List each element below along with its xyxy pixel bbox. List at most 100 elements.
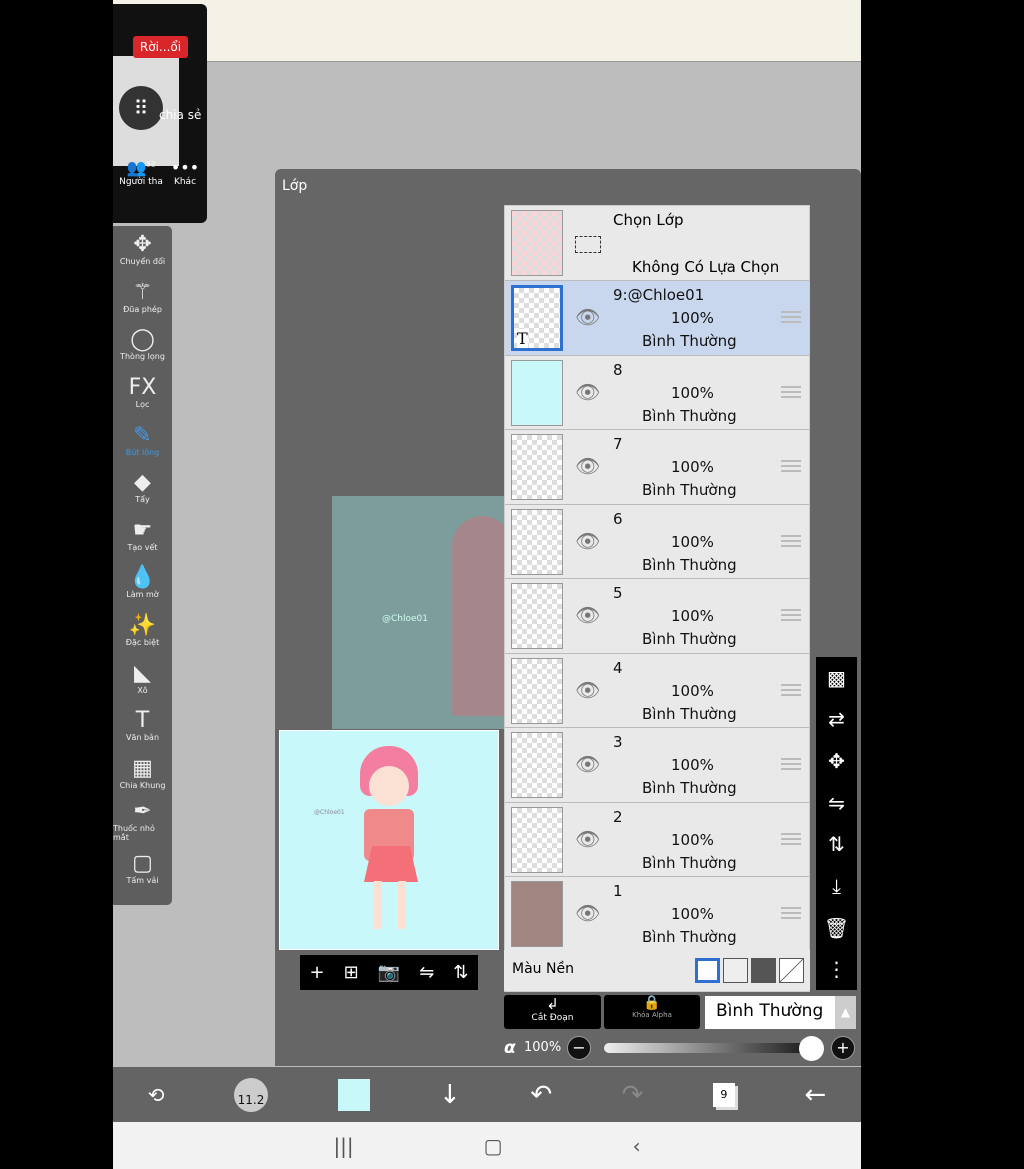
smudge-icon: ☛ [132,517,153,543]
apps-grid-icon[interactable]: ⠿ [119,86,163,130]
swap-layer-icon[interactable]: ⇄ [828,707,845,731]
tool-canvas[interactable]: ▢ Tấm vải [113,845,172,893]
visibility-eye-icon[interactable]: 👁 [575,752,600,776]
drag-handle-icon[interactable] [781,534,801,547]
tool-filter[interactable]: FX Lọc [113,369,172,417]
layers-button[interactable]: 9 [712,1082,735,1107]
tool-label: Thòng lọng [120,352,165,362]
drag-handle-icon[interactable] [781,683,801,696]
tool-brush[interactable]: ✎ Bút lông [113,416,172,464]
share-label[interactable]: chia sẻ [159,108,201,122]
drag-handle-icon[interactable] [781,758,801,770]
layer-name: 1 [613,882,623,900]
visibility-eye-icon[interactable]: 👁 [575,678,600,702]
drag-handle-icon[interactable] [781,311,801,323]
tool-lasso[interactable]: ◯ Thòng lọng [113,321,172,369]
layer-row[interactable]: 👁 4 100% Bình Thường [505,654,809,728]
layer-row[interactable]: 👁 2 100% Bình Thường [505,803,809,877]
add-layer-copy-icon[interactable]: ⊞ [344,962,359,983]
frame-divider-icon: ▦ [132,755,153,781]
undo-icon[interactable]: ↶ [530,1080,552,1110]
redo-icon[interactable]: ↷ [622,1080,644,1110]
visibility-eye-icon[interactable]: 👁 [575,901,600,925]
eyedropper-icon: ✒ [133,798,152,824]
flip-vertical-icon[interactable]: ⇅ [453,962,468,983]
tool-smudge[interactable]: ☛ Tạo vết [113,512,172,560]
layer-row[interactable]: 👁 8 100% Bình Thường [505,356,809,430]
merge-down-icon[interactable]: ⤓ [832,874,841,898]
blend-mode-arrow-icon[interactable]: ▲ [835,996,856,1029]
layer-row[interactable]: 👁 1 100% Bình Thường [505,877,809,952]
more-button[interactable]: ••• Khác [167,158,203,187]
opacity-slider[interactable] [604,1043,819,1053]
tool-move[interactable]: ✥ Chuyển đổi [113,226,172,274]
drag-handle-icon[interactable] [781,460,801,472]
home-icon[interactable]: ▢ [484,1134,503,1158]
tool-frame-divider[interactable]: ▦ Chia Khung [113,750,172,798]
tool-eraser[interactable]: ◆ Tẩy [113,464,172,512]
layer-blend-mode: Bình Thường [642,555,737,574]
camera-icon[interactable]: 📷 [378,962,400,983]
drag-handle-icon[interactable] [781,385,801,398]
tool-eyedropper[interactable]: ✒ Thuốc nhỏ mắt [113,797,172,845]
tool-blur[interactable]: 💧 Làm mờ [113,559,172,607]
tool-text[interactable]: T Văn bản [113,702,172,750]
layer-row[interactable]: 👁 6 100% Bình Thường [505,505,809,579]
flip-horizontal-icon[interactable]: ⇋ [419,962,434,983]
tool-label: Tấm vải [126,876,159,886]
drag-handle-icon[interactable] [781,832,801,845]
participants-button[interactable]: 👥52 Người tha [117,158,165,187]
layer-row[interactable]: T 👁 9:@Chloe01 100% Bình Thường [505,281,809,356]
selection-status: Không Có Lựa Chọn [632,258,780,276]
flip-horizontal-icon[interactable]: ⇋ [828,791,845,815]
flip-vertical-icon[interactable]: ⇅ [828,832,845,856]
color-swatch[interactable] [337,1078,370,1111]
system-nav-bar: ||| ▢ ‹ [113,1122,861,1169]
background-color-row: Màu Nền [504,950,810,990]
layer-row[interactable]: 👁 5 100% Bình Thường [505,579,809,654]
selection-layer-row[interactable]: Chọn Lớp Không Có Lựa Chọn [505,206,809,281]
trash-icon[interactable]: 🗑 [824,916,849,940]
alpha-lock-button[interactable]: 🔒 Khóa Alpha [604,995,700,1029]
layer-blend-mode: Bình Thường [642,853,737,872]
checker-icon[interactable]: ▩ [827,666,846,690]
tool-magic-wand[interactable]: ⚚ Đũa phép [113,274,172,322]
blend-mode-select[interactable]: Bình Thường [705,996,835,1029]
visibility-eye-icon[interactable]: 👁 [575,827,600,851]
layer-name: 5 [613,584,623,602]
drag-handle-icon[interactable] [781,907,801,919]
brush-size-button[interactable]: 11.2 [234,1077,269,1112]
visibility-eye-icon[interactable]: 👁 [575,454,600,478]
opacity-slider-thumb[interactable] [799,1036,824,1061]
canvas-preview[interactable]: @Chloe01 [279,730,499,950]
canvas-area[interactable]: @Chloe01 [332,496,512,729]
tool-special[interactable]: ✨ Đặc biệt [113,607,172,655]
layer-row[interactable]: 👁 3 100% Bình Thường [505,728,809,803]
download-arrow-icon[interactable]: ↓ [439,1080,461,1110]
more-vertical-icon[interactable]: ⋮ [827,957,847,981]
brush-eraser-swap-icon[interactable]: ⟲ [148,1083,165,1107]
opacity-decrease-button[interactable]: − [567,1036,591,1060]
move-icon[interactable]: ✥ [828,749,845,773]
tool-bucket[interactable]: ◣ Xô [113,654,172,702]
people-icon: 👥52 [126,158,156,177]
opacity-increase-button[interactable]: + [831,1036,855,1060]
recent-apps-icon[interactable]: ||| [333,1134,353,1158]
add-layer-icon[interactable]: + [310,962,325,983]
layer-opacity: 100% [671,607,714,625]
clipping-button[interactable]: ↲ Cắt Đoạn [504,995,601,1029]
bg-dark-checker-option[interactable] [751,958,776,983]
nav-back-icon[interactable]: ‹ [633,1134,641,1158]
layer-name: 7 [613,435,623,453]
leave-button[interactable]: Rời...ổi [133,36,188,58]
bg-none-option[interactable] [779,958,804,983]
visibility-eye-icon[interactable]: 👁 [575,603,600,627]
layer-row[interactable]: 👁 7 100% Bình Thường [505,430,809,505]
drag-handle-icon[interactable] [781,609,801,621]
visibility-eye-icon[interactable]: 👁 [575,305,600,329]
visibility-eye-icon[interactable]: 👁 [575,529,600,553]
bg-transparent-option[interactable] [723,958,748,983]
bg-white-option[interactable] [695,958,720,983]
visibility-eye-icon[interactable]: 👁 [575,380,600,404]
back-arrow-icon[interactable]: ← [804,1080,826,1110]
